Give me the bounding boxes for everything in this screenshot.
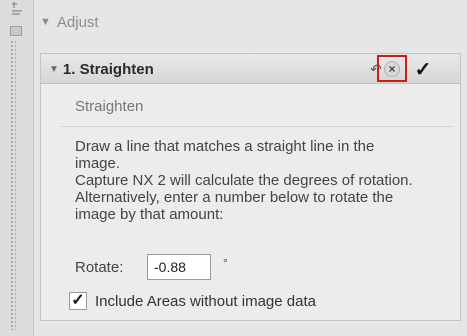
instructions-line: Alternatively, enter a number below to r…	[75, 189, 394, 206]
straighten-panel: ▼ 1. Straighten ↶ × ✓ Straighten Draw a …	[40, 53, 461, 321]
step-collapse-triangle-icon[interactable]: ▼	[49, 64, 59, 75]
panel-icon[interactable]	[10, 26, 22, 36]
checkmark-icon: ✓	[414, 58, 432, 81]
adjust-section-title: Adjust	[56, 13, 99, 31]
collapse-triangle-icon[interactable]: ▼	[40, 16, 51, 28]
rotate-input[interactable]	[147, 254, 211, 280]
instructions-line: image.	[75, 155, 121, 172]
rotate-row: Rotate: °	[75, 254, 228, 280]
close-icon: ×	[384, 61, 400, 77]
arrange-icon[interactable]	[10, 2, 24, 16]
adjust-section-header[interactable]: ▼ Adjust	[40, 10, 99, 34]
instructions-line: image by that amount:	[75, 206, 224, 223]
degree-unit: °	[223, 256, 228, 270]
drag-handle[interactable]	[10, 40, 16, 330]
step-title[interactable]: ▼ 1. Straighten	[49, 60, 154, 78]
include-areas-checkbox[interactable]: ✓	[69, 292, 87, 310]
instructions-line: Capture NX 2 will calculate the degrees …	[75, 172, 413, 189]
sidebar-grip[interactable]	[0, 0, 34, 336]
include-areas-option[interactable]: ✓ Include Areas without image data	[69, 290, 316, 312]
rotate-label: Rotate:	[75, 258, 124, 276]
step-title-label: 1. Straighten	[62, 60, 154, 78]
divider	[61, 126, 453, 127]
instructions-text: Draw a line that matches a straight line…	[75, 138, 461, 223]
apply-step-button[interactable]: ✓	[413, 58, 433, 81]
step-header: ▼ 1. Straighten ↶ × ✓	[41, 54, 460, 84]
delete-step-button[interactable]: ×	[382, 59, 402, 79]
step-subtitle: Straighten	[75, 98, 144, 115]
instructions-line: Draw a line that matches a straight line…	[75, 138, 375, 155]
include-areas-label[interactable]: Include Areas without image data	[95, 293, 316, 310]
